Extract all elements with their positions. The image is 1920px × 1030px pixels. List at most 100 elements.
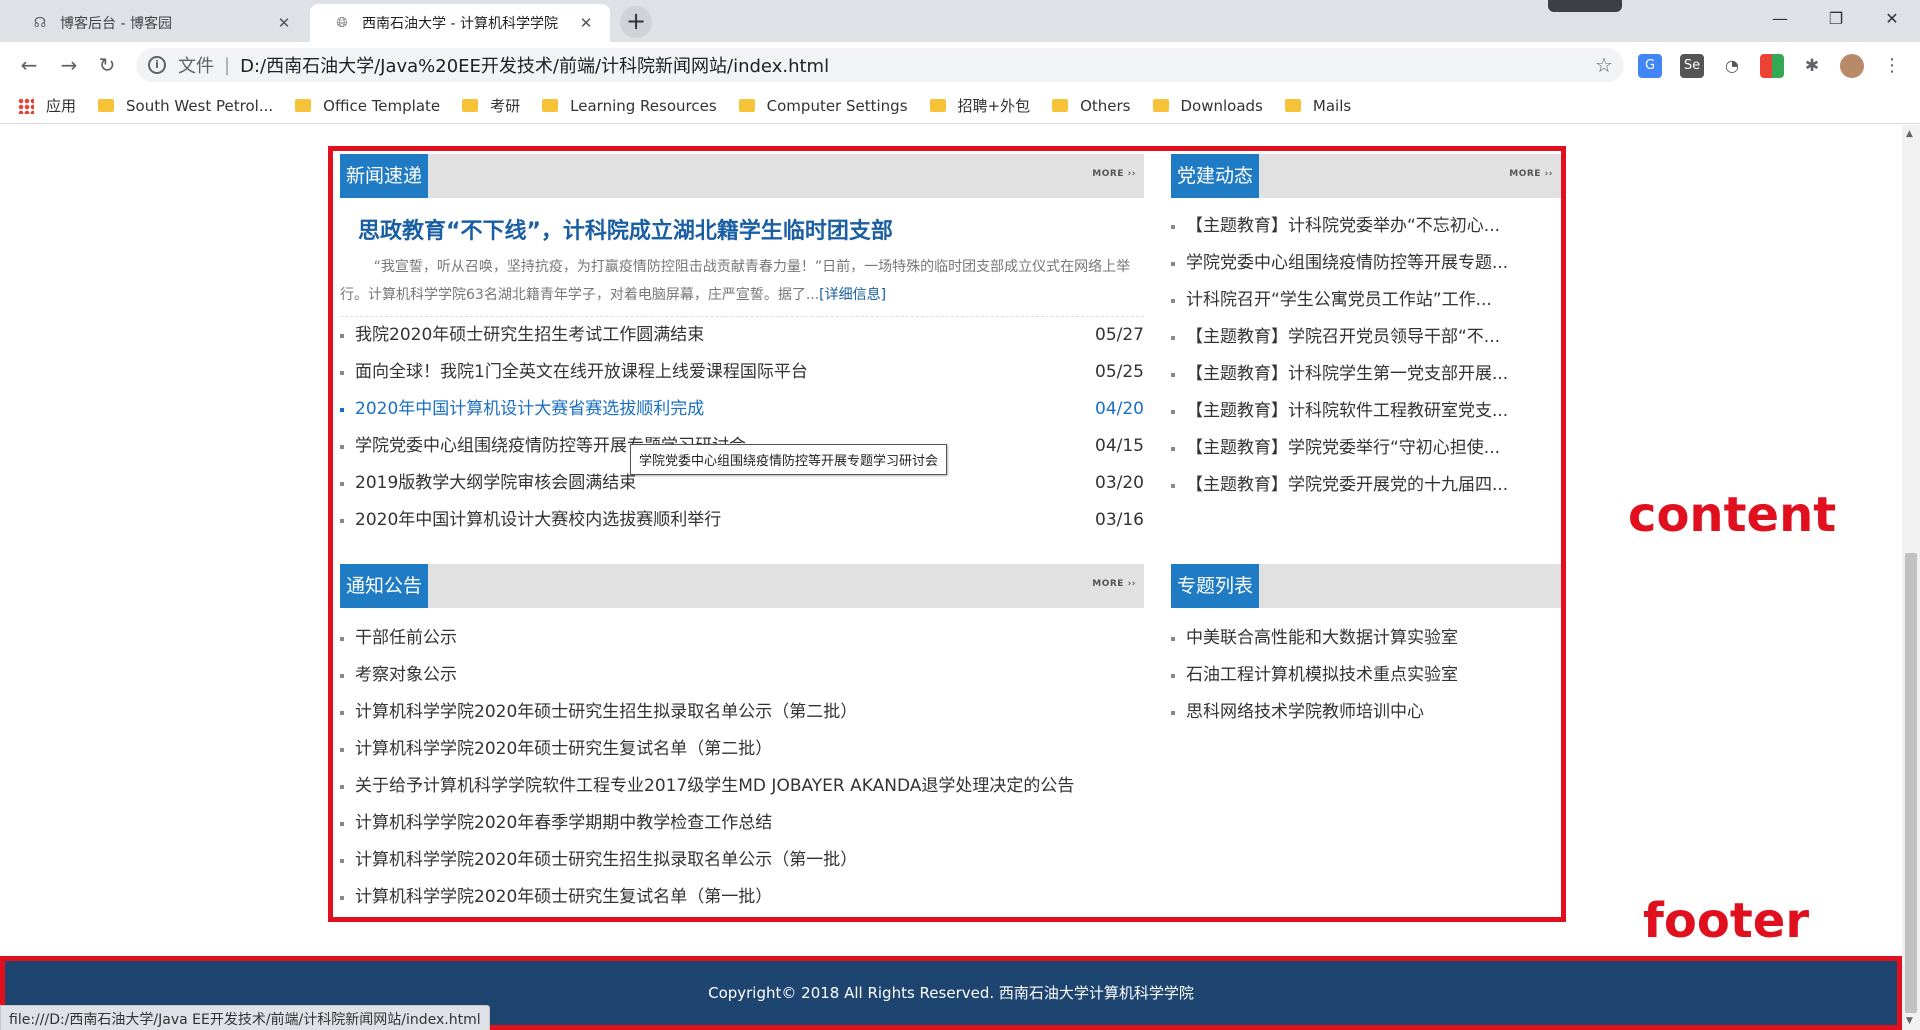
- extensions-puzzle-icon[interactable]: ✱: [1800, 54, 1824, 78]
- bookmark-label: Computer Settings: [766, 96, 908, 115]
- party-more-link[interactable]: MORE ››: [1509, 169, 1553, 179]
- avatar[interactable]: [1840, 54, 1864, 78]
- featured-headline[interactable]: 思政教育“不下线”，计科院成立湖北籍学生临时团支部: [358, 213, 893, 245]
- topic-item[interactable]: 思科网络技术学院教师培训中心: [1171, 694, 1561, 731]
- page-viewport: 新闻速递 MORE ›› 思政教育“不下线”，计科院成立湖北籍学生临时团支部 “…: [0, 125, 1902, 1030]
- forward-icon[interactable]: →: [54, 50, 84, 80]
- notice-item[interactable]: 计算机科学学院2020年春季学期期中教学检查工作总结: [340, 805, 1144, 842]
- new-tab-button[interactable]: +: [620, 6, 652, 38]
- folder-icon: [462, 99, 479, 112]
- folder-icon: [1152, 99, 1169, 112]
- close-tab-icon[interactable]: ✕: [274, 14, 294, 32]
- news-panel-title: 新闻速递: [340, 154, 429, 198]
- topic-item[interactable]: 中美联合高性能和大数据计算实验室: [1171, 620, 1561, 657]
- close-tab-icon[interactable]: ✕: [576, 14, 596, 32]
- folder-icon: [295, 99, 312, 112]
- news-item-title: 2019版教学大纲学院审核会圆满结束: [355, 473, 637, 493]
- status-bar-url: file:///D:/西南石油大学/Java EE开发技术/前端/计科院新闻网站…: [0, 1005, 490, 1030]
- news-item-date: 05/25: [1095, 362, 1144, 382]
- detail-link[interactable]: [详细信息]: [819, 287, 886, 303]
- bookmark-label: Others: [1080, 96, 1131, 115]
- bookmark-folder[interactable]: 考研: [462, 95, 520, 116]
- tab-active[interactable]: 🌐︎ 西南石油大学 - 计算机科学学院 ✕: [310, 4, 610, 42]
- bookmark-folder[interactable]: Office Template: [295, 97, 440, 115]
- notice-item[interactable]: 计算机科学学院2020年硕士研究生招生拟录取名单公示（第一批）: [340, 842, 1144, 879]
- vertical-scrollbar[interactable]: ▲ ▼: [1902, 125, 1920, 1030]
- bookmark-label: Mails: [1312, 96, 1352, 115]
- news-item[interactable]: 2020年中国计算机设计大赛校内选拔赛顺利举行 03/16: [340, 502, 1144, 539]
- party-item[interactable]: 计科院召开“学生公寓党员工作站”工作...: [1171, 282, 1561, 319]
- bookmark-folder[interactable]: South West Petrol...: [98, 97, 273, 115]
- scroll-down-icon[interactable]: ▼: [1906, 1016, 1913, 1026]
- speed-icon[interactable]: ◔: [1720, 54, 1744, 78]
- globe-icon: 🌐︎: [336, 15, 348, 31]
- notice-item[interactable]: 关于给予计算机科学学院软件工程专业2017级学生MD JOBAYER AKAND…: [340, 768, 1144, 805]
- notice-more-link[interactable]: MORE ››: [1092, 579, 1136, 589]
- color-extension-icon[interactable]: [1760, 54, 1784, 78]
- selenium-icon[interactable]: Se: [1680, 54, 1704, 78]
- news-item-date: 03/20: [1095, 473, 1144, 493]
- url-text[interactable]: D:/西南石油大学/Java%20EE开发技术/前端/计科院新闻网站/index…: [240, 52, 1584, 78]
- notice-list: 干部任前公示 考察对象公示 计算机科学学院2020年硕士研究生招生拟录取名单公示…: [340, 620, 1144, 916]
- bookmark-folder[interactable]: Mails: [1284, 96, 1352, 115]
- topics-list: 中美联合高性能和大数据计算实验室 石油工程计算机模拟技术重点实验室 思科网络技术…: [1171, 620, 1561, 731]
- notice-item[interactable]: 考察对象公示: [340, 657, 1144, 694]
- minimize-icon[interactable]: —: [1752, 0, 1808, 38]
- news-item[interactable]: 我院2020年硕士研究生招生考试工作圆满结束 05/27: [340, 317, 1144, 354]
- bookmark-label: 招聘+外包: [957, 97, 1031, 115]
- party-item[interactable]: 【主题教育】学院党委举行“守初心担使...: [1171, 430, 1561, 467]
- party-item[interactable]: 【主题教育】学院党委开展党的十九届四...: [1171, 467, 1561, 504]
- notice-item[interactable]: 计算机科学学院2020年硕士研究生复试名单（第一批）: [340, 879, 1144, 916]
- news-item-title: 2020年中国计算机设计大赛校内选拔赛顺利举行: [355, 510, 722, 530]
- bookmark-folder[interactable]: Downloads: [1152, 97, 1263, 115]
- bookmark-apps[interactable]: 应用: [18, 95, 76, 116]
- separator: |: [224, 54, 231, 76]
- news-item-date: 04/15: [1095, 436, 1144, 456]
- topics-panel-title: 专题列表: [1171, 564, 1260, 608]
- folder-icon: [738, 99, 755, 112]
- bookmark-folder[interactable]: Learning Resources: [542, 97, 717, 115]
- close-window-icon[interactable]: ✕: [1864, 0, 1920, 38]
- notice-item[interactable]: 干部任前公示: [340, 620, 1144, 657]
- scrollbar-thumb[interactable]: [1905, 553, 1917, 1013]
- news-panel-header: 新闻速递 MORE ››: [340, 154, 1144, 198]
- menu-dots-icon[interactable]: ⋮: [1880, 54, 1904, 78]
- tooltip: 学院党委中心组围绕疫情防控等开展专题学习研讨会: [630, 444, 948, 475]
- news-list: 我院2020年硕士研究生招生考试工作圆满结束 05/27 面向全球！我院1门全英文…: [340, 317, 1144, 539]
- news-item-title: 我院2020年硕士研究生招生考试工作圆满结束: [355, 325, 705, 345]
- bookmark-label: South West Petrol...: [126, 96, 274, 115]
- notice-item[interactable]: 计算机科学学院2020年硕士研究生复试名单（第二批）: [340, 731, 1144, 768]
- info-icon[interactable]: i: [148, 56, 166, 74]
- bookmark-folder[interactable]: 招聘+外包: [929, 95, 1031, 116]
- folder-icon: [1052, 99, 1069, 112]
- more-label: MORE: [1092, 169, 1124, 179]
- news-more-link[interactable]: MORE ››: [1092, 169, 1136, 179]
- news-item[interactable]: 面向全球！我院1门全英文在线开放课程上线爱课程国际平台 05/25: [340, 354, 1144, 391]
- back-icon[interactable]: ←: [14, 50, 44, 80]
- tab-title: 博客后台 - 博客园: [60, 16, 172, 32]
- bookmark-star-icon[interactable]: ☆: [1584, 53, 1624, 77]
- address-bar[interactable]: i 文件 | D:/西南石油大学/Java%20EE开发技术/前端/计科院新闻网…: [136, 48, 1624, 82]
- party-item[interactable]: 【主题教育】计科院学生第一党支部开展...: [1171, 356, 1561, 393]
- party-item[interactable]: 【主题教育】计科院软件工程教研室党支...: [1171, 393, 1561, 430]
- summary-text: “我宣誓，听从召唤，坚持抗疫，为打赢疫情防控阻击战贡献青春力量！”日前，一场特殊…: [340, 259, 1131, 303]
- bookmark-folder[interactable]: Others: [1052, 96, 1131, 115]
- party-panel-header: 党建动态 MORE ››: [1171, 154, 1561, 198]
- translate-icon[interactable]: G: [1638, 54, 1662, 78]
- cnblogs-icon: ☊: [33, 15, 47, 31]
- notice-panel-header: 通知公告 MORE ››: [340, 564, 1144, 608]
- topics-panel-header: 专题列表: [1171, 564, 1561, 608]
- party-item[interactable]: 【主题教育】学院召开党员领导干部“不...: [1171, 319, 1561, 356]
- tab-cnblogs[interactable]: ☊ 博客后台 - 博客园 ✕: [8, 4, 308, 42]
- bookmark-folder[interactable]: Computer Settings: [738, 96, 908, 115]
- party-item[interactable]: 学院党委中心组围绕疫情防控等开展专题...: [1171, 245, 1561, 282]
- restore-icon[interactable]: ❐: [1808, 0, 1864, 38]
- news-item-hovered[interactable]: 2020年中国计算机设计大赛省赛选拔顺利完成 04/20: [340, 391, 1144, 428]
- party-item[interactable]: 【主题教育】计科院党委举办“不忘初心...: [1171, 208, 1561, 245]
- news-item-date: 03/16: [1095, 510, 1144, 530]
- reload-icon[interactable]: ↻: [92, 50, 122, 80]
- topic-item[interactable]: 石油工程计算机模拟技术重点实验室: [1171, 657, 1561, 694]
- notice-item[interactable]: 计算机科学学院2020年硕士研究生招生拟录取名单公示（第二批）: [340, 694, 1144, 731]
- scroll-up-icon[interactable]: ▲: [1906, 129, 1913, 139]
- browser-toolbar: ← → ↻ i 文件 | D:/西南石油大学/Java%20EE开发技术/前端/…: [0, 42, 1920, 88]
